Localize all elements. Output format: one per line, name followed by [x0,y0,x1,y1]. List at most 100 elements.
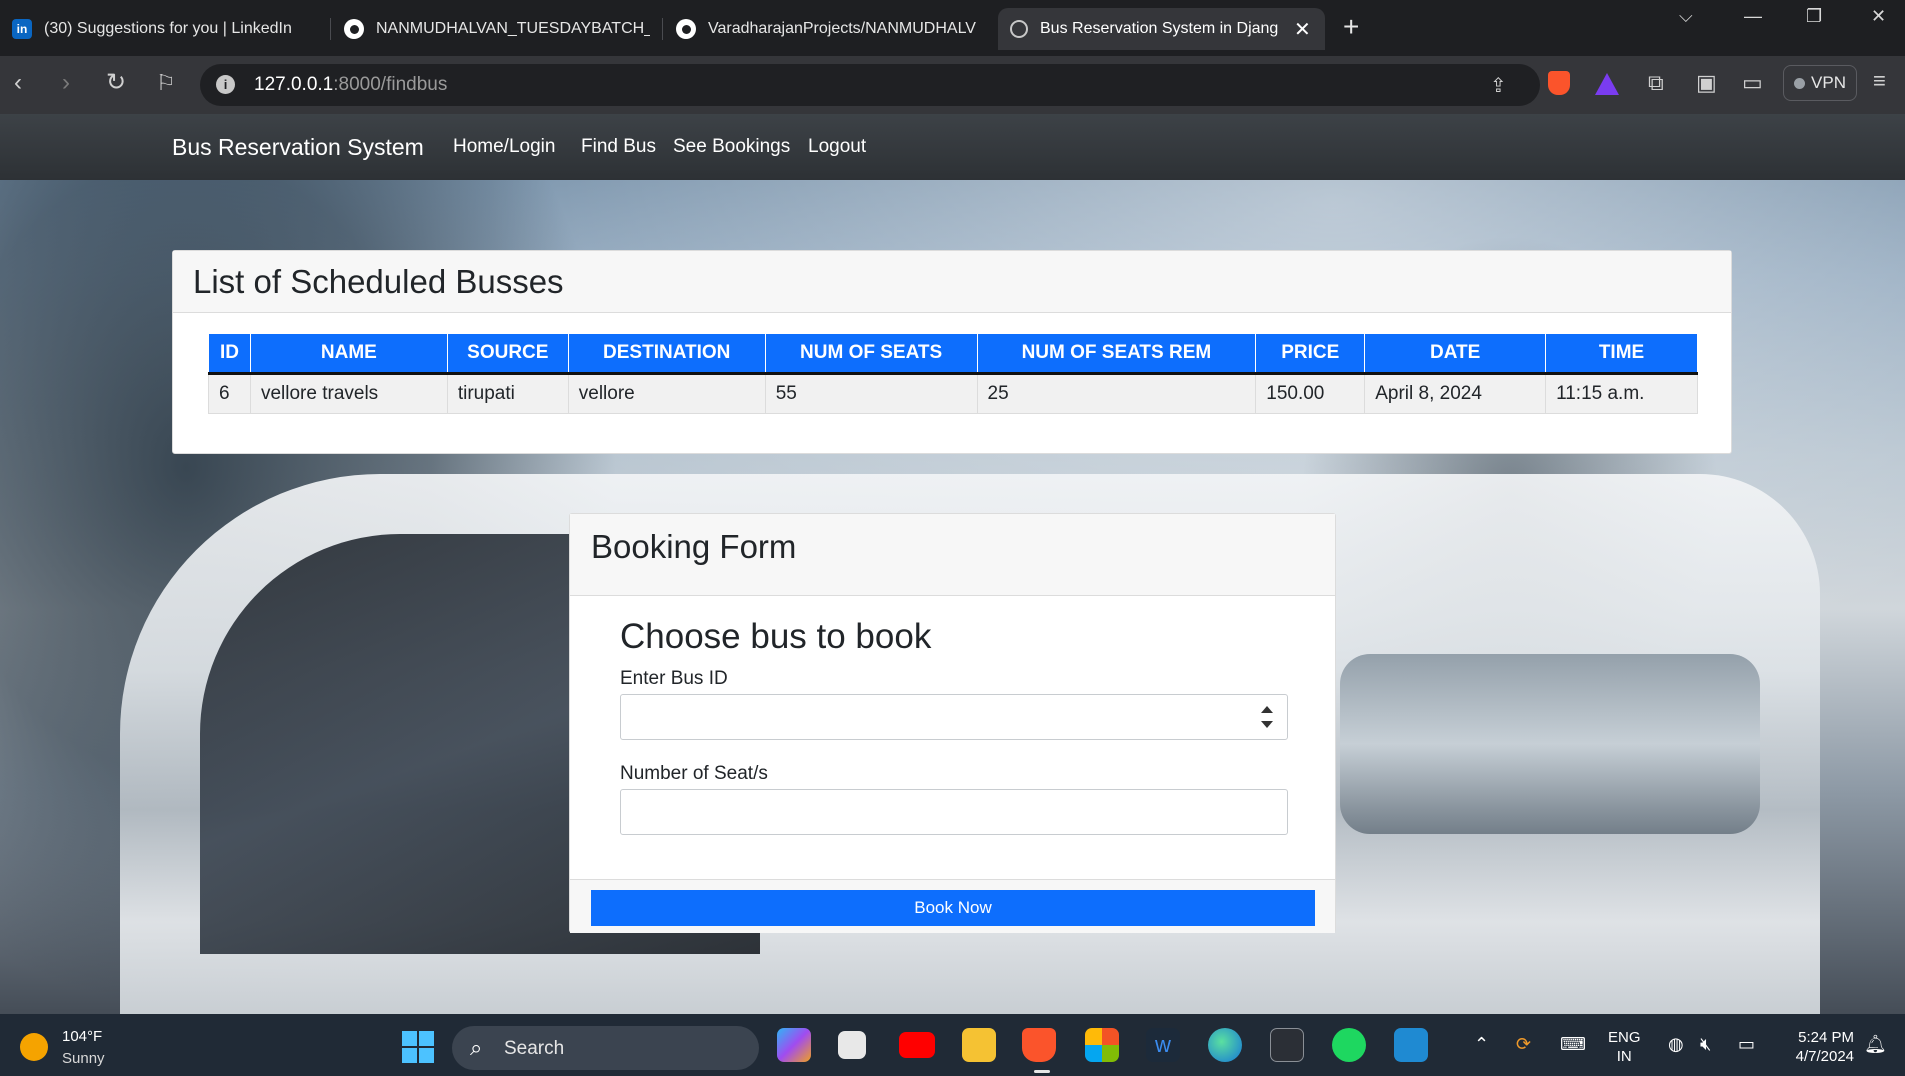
vscode-icon[interactable] [1394,1028,1428,1062]
language-secondary: IN [1616,1048,1632,1065]
volume-muted-icon[interactable]: 🔇︎ [1700,1034,1711,1055]
table-header-row: ID NAME SOURCE DESTINATION NUM OF SEATS … [208,333,1698,375]
site-brand[interactable]: Bus Reservation System [172,134,424,161]
file-explorer-icon[interactable] [962,1028,996,1062]
bus-table: ID NAME SOURCE DESTINATION NUM OF SEATS … [208,333,1698,414]
cell-date: April 8, 2024 [1364,373,1547,414]
bus-id-input[interactable] [620,694,1288,740]
minimize-icon[interactable]: — [1744,6,1762,27]
col-id: ID [208,333,251,375]
site-info-icon[interactable]: i [216,75,235,94]
col-name: NAME [249,333,448,375]
close-window-icon[interactable]: ✕ [1871,6,1886,27]
system-clock[interactable]: 5:24 PM 4/7/2024 [1780,1028,1854,1066]
notifications-icon[interactable]: 🔔︎ [1864,1034,1887,1055]
nav-logout[interactable]: Logout [808,136,866,158]
cell-num-seats: 55 [764,373,978,414]
restore-icon[interactable]: ❐ [1806,6,1822,27]
weather-temperature[interactable]: 104°F [62,1028,102,1045]
vpn-label: VPN [1811,73,1846,92]
spotify-icon[interactable] [1332,1028,1366,1062]
wallet-icon[interactable]: ▭ [1742,70,1763,96]
tab-title: NANMUDHALVAN_TUESDAYBATCH_ [376,20,650,37]
close-tab-icon[interactable]: ✕ [1294,17,1311,42]
weather-condition[interactable]: Sunny [62,1050,105,1067]
github-icon [676,19,696,39]
booking-form-card: Booking Form Choose bus to book Enter Bu… [569,513,1336,933]
col-num-seats: NUM OF SEATS [764,333,978,375]
nav-find-bus[interactable]: Find Bus [581,136,656,158]
weather-sun-icon[interactable] [20,1033,48,1061]
vpn-button[interactable]: VPN [1783,65,1857,101]
microsoft-store-icon[interactable] [1085,1028,1119,1062]
book-now-button[interactable]: Book Now [591,890,1315,926]
tab-divider [662,18,663,40]
url-text: 127.0.0.1:8000/findbus [254,74,448,95]
brave-rewards-icon[interactable] [1595,73,1619,95]
cell-source: tirupati [446,373,569,414]
sidebar-icon[interactable]: ▣ [1696,70,1717,96]
background-bus-window [1340,654,1760,834]
terminal-icon[interactable] [1270,1028,1304,1062]
cell-num-seats-rem: 25 [976,373,1257,414]
bookmark-icon[interactable]: ⚐ [156,68,176,98]
tab-search-icon[interactable]: ⌵ [1679,6,1693,27]
wallet-app-icon[interactable]: w [1146,1028,1180,1062]
tab-linkedin[interactable]: in (30) Suggestions for you | LinkedIn [0,8,330,50]
nav-see-bookings[interactable]: See Bookings [673,136,790,158]
taskbar-search-label: Search [504,1038,565,1059]
copilot-icon[interactable] [777,1028,811,1062]
bus-id-label: Enter Bus ID [620,668,728,689]
forward-icon[interactable]: › [62,68,70,98]
clock-date: 4/7/2024 [1795,1048,1854,1065]
booking-form-title: Booking Form [591,528,797,565]
network-icon[interactable]: ◍ [1668,1034,1684,1055]
language-primary: ENG [1608,1029,1641,1046]
table-row: 6 vellore travels tirupati vellore 55 25… [208,373,1698,414]
github-icon [344,19,364,39]
tab-bus-reservation[interactable]: Bus Reservation System in Djang ✕ [998,8,1325,50]
youtube-icon[interactable] [899,1032,935,1058]
tab-github-batch[interactable]: NANMUDHALVAN_TUESDAYBATCH_ [332,8,662,50]
cell-name: vellore travels [249,373,448,414]
tab-title: VaradharajanProjects/NANMUDHALV [708,20,976,37]
browser-tab-strip: in (30) Suggestions for you | LinkedIn N… [0,0,1905,56]
menu-icon[interactable]: ≡ [1873,68,1886,94]
site-navbar: Bus Reservation System Home/Login Find B… [0,114,1905,180]
tab-title: (30) Suggestions for you | LinkedIn [44,20,292,37]
globe-icon [1010,20,1028,38]
windows-start-icon[interactable] [402,1031,434,1063]
show-hidden-icons[interactable]: ⌃ [1474,1034,1489,1055]
tab-divider [330,18,331,40]
new-tab-button[interactable]: + [1343,12,1359,42]
cell-time: 11:15 a.m. [1545,373,1698,414]
vpn-status-icon [1794,77,1806,89]
keyboard-icon[interactable]: ⌨ [1560,1034,1586,1055]
reload-icon[interactable]: ↻ [106,68,126,98]
brave-shields-icon[interactable] [1548,71,1570,95]
task-view-icon[interactable] [838,1031,866,1059]
taskbar-search[interactable]: ⌕ Search [452,1026,759,1070]
col-num-seats-rem: NUM OF SEATS REM [976,333,1257,375]
nav-home-login[interactable]: Home/Login [453,136,555,158]
extensions-icon[interactable]: ⧉ [1648,70,1664,96]
address-bar[interactable]: i 127.0.0.1:8000/findbus ⇪ [200,64,1540,106]
edge-icon[interactable] [1208,1028,1242,1062]
cell-destination: vellore [567,373,766,414]
search-icon: ⌕ [470,1035,483,1060]
share-icon[interactable]: ⇪ [1490,73,1507,98]
bus-list-header: List of Scheduled Busses [173,251,1731,313]
back-icon[interactable]: ‹ [14,68,22,98]
bus-list-card: List of Scheduled Busses ID NAME SOURCE … [172,250,1732,454]
tab-github-projects[interactable]: VaradharajanProjects/NANMUDHALV [664,8,994,50]
number-stepper-icon[interactable] [1261,705,1273,729]
language-indicator[interactable]: ENG IN [1608,1028,1641,1066]
brave-browser-icon[interactable] [1022,1028,1056,1062]
seats-input[interactable] [620,789,1288,835]
battery-icon[interactable]: ▭ [1738,1034,1755,1055]
seats-label: Number of Seat/s [620,763,768,784]
sync-icon[interactable]: ⟳ [1516,1034,1531,1055]
tab-title: Bus Reservation System in Djang [1040,20,1279,37]
bus-list-title: List of Scheduled Busses [193,263,564,300]
taskbar: 104°F Sunny ⌕ Search w ⌃ ⟳ ⌨ ENG IN ◍ 🔇︎… [0,1014,1905,1076]
